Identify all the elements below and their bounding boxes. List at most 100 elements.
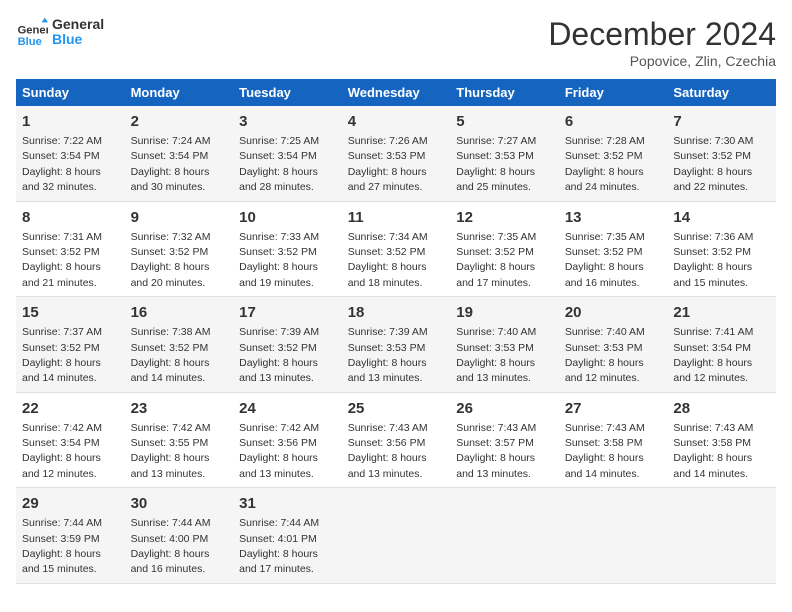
calendar-cell: 6 Sunrise: 7:28 AMSunset: 3:52 PMDaylight…: [559, 106, 668, 201]
calendar-cell: 21 Sunrise: 7:41 AMSunset: 3:54 PMDayligh…: [667, 297, 776, 393]
calendar-cell: 18 Sunrise: 7:39 AMSunset: 3:53 PMDayligh…: [342, 297, 451, 393]
day-number: 4: [348, 111, 445, 132]
header-monday: Monday: [125, 79, 234, 106]
calendar-cell: [559, 488, 668, 584]
day-number: 16: [131, 302, 228, 323]
calendar-cell: 25 Sunrise: 7:43 AMSunset: 3:56 PMDayligh…: [342, 392, 451, 488]
day-number: 3: [239, 111, 336, 132]
header-tuesday: Tuesday: [233, 79, 342, 106]
day-info: Sunrise: 7:43 AMSunset: 3:56 PMDaylight:…: [348, 422, 428, 480]
calendar-cell: 13 Sunrise: 7:35 AMSunset: 3:52 PMDayligh…: [559, 201, 668, 297]
day-info: Sunrise: 7:44 AMSunset: 4:00 PMDaylight:…: [131, 517, 211, 575]
day-number: 8: [22, 207, 119, 228]
calendar-cell: 15 Sunrise: 7:37 AMSunset: 3:52 PMDayligh…: [16, 297, 125, 393]
calendar-cell: 26Sunrise: 7:43 AMSunset: 3:57 PMDayligh…: [450, 392, 559, 488]
day-info: Sunrise: 7:35 AMSunset: 3:52 PMDaylight:…: [456, 231, 536, 289]
day-info: Sunrise: 7:39 AMSunset: 3:53 PMDaylight:…: [348, 326, 428, 384]
day-info: Sunrise: 7:32 AMSunset: 3:52 PMDaylight:…: [131, 231, 211, 289]
day-info: Sunrise: 7:25 AMSunset: 3:54 PMDaylight:…: [239, 135, 319, 193]
day-number: 18: [348, 302, 445, 323]
day-number: 22: [22, 398, 119, 419]
day-info: Sunrise: 7:36 AMSunset: 3:52 PMDaylight:…: [673, 231, 753, 289]
calendar-cell: 14 Sunrise: 7:36 AMSunset: 3:52 PMDayligh…: [667, 201, 776, 297]
calendar-cell: [342, 488, 451, 584]
header-row: SundayMondayTuesdayWednesdayThursdayFrid…: [16, 79, 776, 106]
week-row: 8Sunrise: 7:31 AMSunset: 3:52 PMDaylight…: [16, 201, 776, 297]
week-row: 29Sunrise: 7:44 AMSunset: 3:59 PMDayligh…: [16, 488, 776, 584]
day-info: Sunrise: 7:44 AMSunset: 4:01 PMDaylight:…: [239, 517, 319, 575]
day-number: 2: [131, 111, 228, 132]
day-number: 26: [456, 398, 553, 419]
day-info: Sunrise: 7:24 AMSunset: 3:54 PMDaylight:…: [131, 135, 211, 193]
day-number: 21: [673, 302, 770, 323]
day-info: Sunrise: 7:33 AMSunset: 3:52 PMDaylight:…: [239, 231, 319, 289]
header-friday: Friday: [559, 79, 668, 106]
header-sunday: Sunday: [16, 79, 125, 106]
calendar-cell: 3 Sunrise: 7:25 AMSunset: 3:54 PMDaylight…: [233, 106, 342, 201]
day-number: 24: [239, 398, 336, 419]
header-wednesday: Wednesday: [342, 79, 451, 106]
calendar-cell: 29Sunrise: 7:44 AMSunset: 3:59 PMDayligh…: [16, 488, 125, 584]
day-number: 5: [456, 111, 553, 132]
day-info: Sunrise: 7:43 AMSunset: 3:58 PMDaylight:…: [565, 422, 645, 480]
week-row: 1Sunrise: 7:22 AMSunset: 3:54 PMDaylight…: [16, 106, 776, 201]
day-info: Sunrise: 7:42 AMSunset: 3:56 PMDaylight:…: [239, 422, 319, 480]
day-info: Sunrise: 7:28 AMSunset: 3:52 PMDaylight:…: [565, 135, 645, 193]
calendar-cell: 10 Sunrise: 7:33 AMSunset: 3:52 PMDayligh…: [233, 201, 342, 297]
day-number: 12: [456, 207, 553, 228]
day-info: Sunrise: 7:40 AMSunset: 3:53 PMDaylight:…: [565, 326, 645, 384]
title-block: December 2024 Popovice, Zlin, Czechia: [548, 16, 776, 69]
day-info: Sunrise: 7:38 AMSunset: 3:52 PMDaylight:…: [131, 326, 211, 384]
calendar-cell: 22Sunrise: 7:42 AMSunset: 3:54 PMDayligh…: [16, 392, 125, 488]
day-info: Sunrise: 7:42 AMSunset: 3:55 PMDaylight:…: [131, 422, 211, 480]
day-number: 25: [348, 398, 445, 419]
day-number: 7: [673, 111, 770, 132]
day-number: 9: [131, 207, 228, 228]
day-info: Sunrise: 7:37 AMSunset: 3:52 PMDaylight:…: [22, 326, 102, 384]
calendar-cell: 23 Sunrise: 7:42 AMSunset: 3:55 PMDayligh…: [125, 392, 234, 488]
calendar-cell: 17 Sunrise: 7:39 AMSunset: 3:52 PMDayligh…: [233, 297, 342, 393]
calendar-cell: 4 Sunrise: 7:26 AMSunset: 3:53 PMDaylight…: [342, 106, 451, 201]
header-saturday: Saturday: [667, 79, 776, 106]
day-number: 6: [565, 111, 662, 132]
day-number: 20: [565, 302, 662, 323]
logo-line1: General: [52, 17, 104, 32]
page-header: General Blue General Blue December 2024 …: [16, 16, 776, 69]
week-row: 22Sunrise: 7:42 AMSunset: 3:54 PMDayligh…: [16, 392, 776, 488]
day-number: 17: [239, 302, 336, 323]
day-number: 14: [673, 207, 770, 228]
header-thursday: Thursday: [450, 79, 559, 106]
day-number: 15: [22, 302, 119, 323]
calendar-table: SundayMondayTuesdayWednesdayThursdayFrid…: [16, 79, 776, 584]
day-number: 10: [239, 207, 336, 228]
day-number: 27: [565, 398, 662, 419]
calendar-cell: 20 Sunrise: 7:40 AMSunset: 3:53 PMDayligh…: [559, 297, 668, 393]
calendar-cell: 12 Sunrise: 7:35 AMSunset: 3:52 PMDayligh…: [450, 201, 559, 297]
calendar-cell: 30Sunrise: 7:44 AMSunset: 4:00 PMDayligh…: [125, 488, 234, 584]
calendar-cell: 31 Sunrise: 7:44 AMSunset: 4:01 PMDayligh…: [233, 488, 342, 584]
calendar-cell: 19Sunrise: 7:40 AMSunset: 3:53 PMDayligh…: [450, 297, 559, 393]
day-info: Sunrise: 7:40 AMSunset: 3:53 PMDaylight:…: [456, 326, 536, 384]
week-row: 15 Sunrise: 7:37 AMSunset: 3:52 PMDayligh…: [16, 297, 776, 393]
day-number: 28: [673, 398, 770, 419]
day-info: Sunrise: 7:39 AMSunset: 3:52 PMDaylight:…: [239, 326, 319, 384]
day-info: Sunrise: 7:35 AMSunset: 3:52 PMDaylight:…: [565, 231, 645, 289]
day-number: 31: [239, 493, 336, 514]
day-info: Sunrise: 7:41 AMSunset: 3:54 PMDaylight:…: [673, 326, 753, 384]
calendar-cell: 24 Sunrise: 7:42 AMSunset: 3:56 PMDayligh…: [233, 392, 342, 488]
day-info: Sunrise: 7:26 AMSunset: 3:53 PMDaylight:…: [348, 135, 428, 193]
calendar-cell: 27 Sunrise: 7:43 AMSunset: 3:58 PMDayligh…: [559, 392, 668, 488]
day-number: 11: [348, 207, 445, 228]
day-info: Sunrise: 7:27 AMSunset: 3:53 PMDaylight:…: [456, 135, 536, 193]
logo-line2: Blue: [52, 32, 104, 47]
calendar-cell: [450, 488, 559, 584]
calendar-cell: 11Sunrise: 7:34 AMSunset: 3:52 PMDayligh…: [342, 201, 451, 297]
calendar-cell: [667, 488, 776, 584]
day-info: Sunrise: 7:30 AMSunset: 3:52 PMDaylight:…: [673, 135, 753, 193]
day-number: 13: [565, 207, 662, 228]
subtitle: Popovice, Zlin, Czechia: [548, 53, 776, 69]
calendar-cell: 5 Sunrise: 7:27 AMSunset: 3:53 PMDaylight…: [450, 106, 559, 201]
day-number: 23: [131, 398, 228, 419]
logo: General Blue General Blue: [16, 16, 104, 48]
main-title: December 2024: [548, 16, 776, 53]
